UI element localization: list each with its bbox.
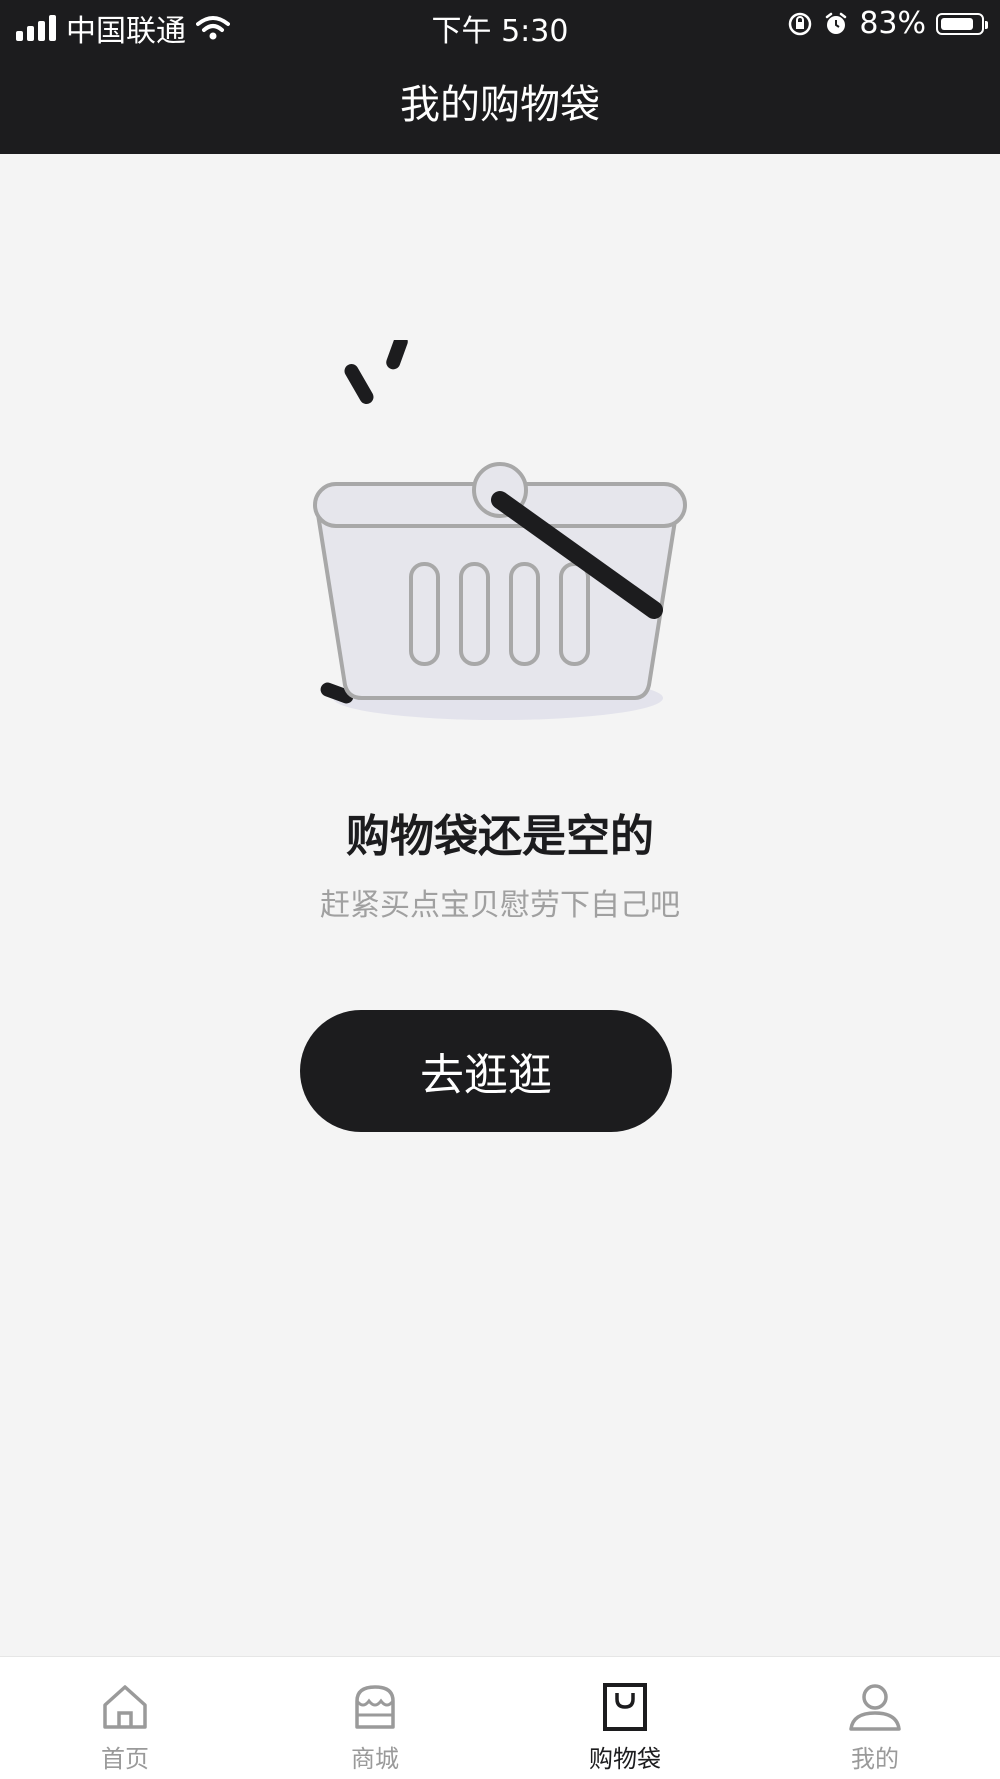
tab-store[interactable]: 商城 [250, 1657, 500, 1779]
empty-state-title: 购物袋还是空的 [346, 811, 654, 862]
battery-icon [936, 12, 988, 35]
page-title: 我的购物袋 [400, 82, 600, 128]
empty-basket-illustration [313, 340, 687, 720]
tab-store-label: 商城 [351, 1745, 399, 1773]
empty-state-subtitle: 赶紧买点宝贝慰劳下自己吧 [320, 888, 680, 923]
store-icon [355, 1685, 395, 1729]
status-bar: 中国联通 下午 5:30 83% [0, 0, 1000, 50]
tab-profile[interactable]: 我的 [750, 1657, 1000, 1779]
tab-home-label: 首页 [101, 1745, 149, 1773]
go-shopping-button[interactable]: 去逛逛 [300, 1010, 672, 1132]
tab-shopping-bag-label: 购物袋 [589, 1745, 661, 1773]
top-bar: 中国联通 下午 5:30 83% 我的购物袋 [0, 0, 1000, 154]
rotation-lock-icon [789, 12, 812, 35]
home-icon [103, 1685, 147, 1729]
shopping-bag-icon [603, 1683, 647, 1731]
alarm-icon [826, 12, 847, 34]
profile-icon [849, 1684, 901, 1731]
spark-line [344, 364, 374, 404]
status-right: 83% [787, 6, 988, 41]
tab-shopping-bag[interactable]: 购物袋 [500, 1657, 750, 1779]
tab-bar: 首页 商城 购物袋 我的 [0, 1656, 1000, 1779]
tab-profile-label: 我的 [851, 1745, 899, 1773]
tab-home[interactable]: 首页 [0, 1657, 250, 1779]
battery-percent: 83% [859, 6, 926, 41]
